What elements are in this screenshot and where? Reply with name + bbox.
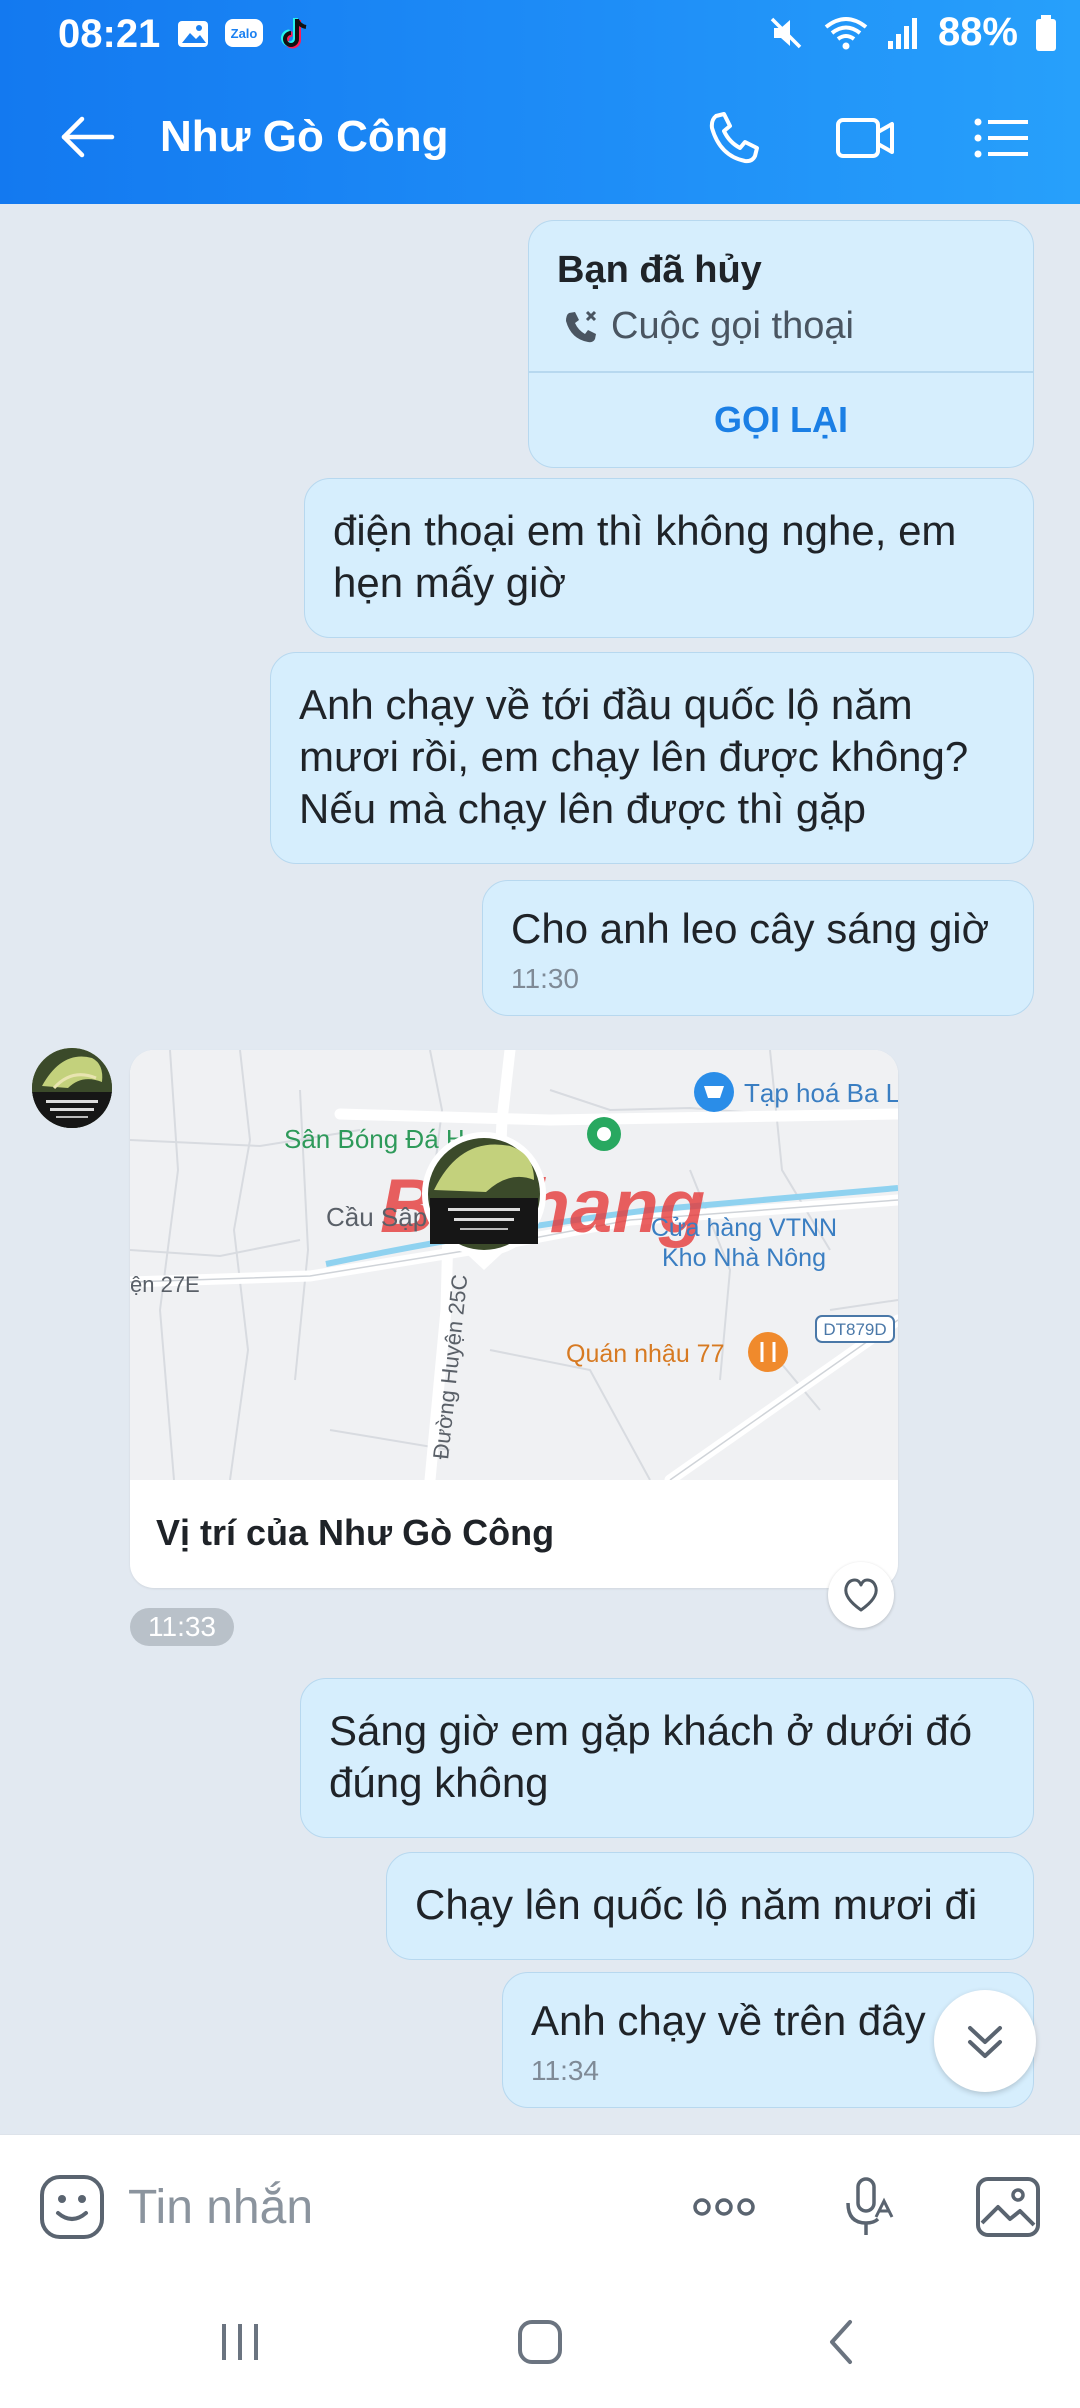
signal-icon bbox=[887, 17, 917, 49]
react-button[interactable] bbox=[828, 1562, 894, 1628]
map-label: Sân Bóng Đá H bbox=[284, 1124, 465, 1154]
message-text: Cho anh leo cây sáng giờ bbox=[511, 905, 990, 952]
voice-icon bbox=[846, 2177, 894, 2235]
message-bubble[interactable]: Sáng giờ em gặp khách ở dưới đó đúng khô… bbox=[300, 1678, 1034, 1838]
video-call-button[interactable] bbox=[834, 108, 898, 168]
call-type-label: Cuộc gọi thoại bbox=[611, 305, 854, 347]
back-chevron-icon bbox=[830, 2320, 852, 2364]
location-card[interactable]: Baohang Sân Bóng Đá H Cầu Sập ện 27E Đườ… bbox=[130, 1050, 898, 1588]
battery-icon bbox=[1036, 14, 1056, 51]
heart-icon bbox=[844, 1578, 878, 1612]
map-label: Tạp hoá Ba L bbox=[744, 1078, 898, 1108]
back-button[interactable] bbox=[58, 112, 118, 162]
message-bubble[interactable]: Anh chạy về tới đầu quốc lộ năm mươi rồi… bbox=[270, 652, 1034, 864]
call-back-button[interactable]: GỌI LẠI bbox=[529, 373, 1033, 467]
zalo-logo-text: Zalo bbox=[231, 26, 258, 41]
back-arrow-icon bbox=[61, 116, 115, 158]
chat-header: Như Gò Công bbox=[0, 68, 1080, 204]
wifi-icon bbox=[824, 16, 868, 49]
map-label: Quán nhậu 77 bbox=[566, 1340, 724, 1368]
home-icon bbox=[518, 2320, 562, 2364]
back-nav-button[interactable] bbox=[812, 2312, 872, 2372]
voice-button[interactable] bbox=[832, 2171, 904, 2243]
message-text: Anh chạy về tới đầu quốc lộ năm mươi rồi… bbox=[299, 681, 969, 832]
chat-area[interactable]: Bạn đã hủy Cuộc gọi thoại GỌI LẠI điện t… bbox=[0, 204, 1080, 2134]
options-button[interactable] bbox=[970, 108, 1034, 168]
map-label: Cầu Sập bbox=[326, 1202, 427, 1232]
mute-icon bbox=[770, 17, 802, 48]
message-input[interactable] bbox=[128, 2171, 648, 2243]
home-button[interactable] bbox=[510, 2312, 570, 2372]
recents-button[interactable] bbox=[210, 2312, 270, 2372]
restaurant-icon bbox=[748, 1332, 788, 1372]
gallery-icon bbox=[178, 21, 208, 47]
recents-icon bbox=[222, 2324, 258, 2360]
avatar-image bbox=[32, 1048, 112, 1128]
phone-icon bbox=[709, 112, 759, 164]
video-icon bbox=[836, 118, 894, 158]
contact-name[interactable]: Như Gò Công bbox=[160, 112, 448, 162]
tiktok-icon bbox=[281, 18, 307, 49]
message-time-badge: 11:33 bbox=[130, 1608, 234, 1646]
emoji-icon bbox=[40, 2175, 104, 2239]
status-time: 08:21 bbox=[58, 12, 161, 56]
message-input-bar bbox=[0, 2134, 1080, 2277]
notification-icons: Zalo bbox=[176, 16, 312, 52]
message-text: điện thoại em thì không nghe, em hẹn mấy… bbox=[333, 507, 957, 606]
image-button[interactable] bbox=[972, 2171, 1044, 2243]
message-text: Anh chạy về trên đây bbox=[531, 1997, 926, 2044]
message-bubble[interactable]: Cho anh leo cây sáng giờ 11:30 bbox=[482, 880, 1034, 1016]
top-bar: 08:21 Zalo 88% Như Gò Công bbox=[0, 0, 1080, 204]
voice-call-button[interactable] bbox=[702, 108, 766, 168]
double-chevron-down-icon bbox=[968, 2026, 1002, 2058]
more-button[interactable] bbox=[688, 2171, 760, 2243]
avatar[interactable] bbox=[32, 1048, 112, 1128]
message-text: Sáng giờ em gặp khách ở dưới đó đúng khô… bbox=[329, 1707, 973, 1806]
more-icon bbox=[693, 2198, 755, 2216]
location-caption: Vị trí của Như Gò Công bbox=[156, 1512, 555, 1553]
system-nav-bar bbox=[0, 2276, 1080, 2408]
map-label: ện 27E bbox=[130, 1272, 200, 1297]
road-badge: DT879D bbox=[815, 1315, 895, 1343]
message-bubble[interactable]: điện thoại em thì không nghe, em hẹn mấy… bbox=[304, 478, 1034, 638]
message-text: Chạy lên quốc lộ năm mươi đi bbox=[415, 1881, 978, 1928]
map-label: Cửa hàng VTNN bbox=[651, 1214, 837, 1242]
shop-icon bbox=[694, 1072, 734, 1112]
message-bubble[interactable]: Chạy lên quốc lộ năm mươi đi bbox=[386, 1852, 1034, 1960]
call-status: Bạn đã hủy bbox=[557, 249, 762, 291]
scroll-to-bottom-button[interactable] bbox=[934, 1990, 1036, 2092]
battery-percent: 88% bbox=[937, 10, 1018, 54]
menu-list-icon bbox=[974, 118, 1028, 158]
call-type: Cuộc gọi thoại bbox=[561, 305, 854, 348]
message-time: 11:30 bbox=[511, 963, 579, 994]
map-label: Kho Nhà Nông bbox=[662, 1244, 826, 1272]
system-icons: 88% bbox=[766, 10, 1058, 55]
location-map: Baohang Sân Bóng Đá H Cầu Sập ện 27E Đườ… bbox=[130, 1050, 898, 1480]
emoji-button[interactable] bbox=[36, 2171, 108, 2243]
zalo-icon: Zalo bbox=[225, 19, 263, 47]
road-badge-label: DT879D bbox=[823, 1320, 886, 1339]
call-log-card: Bạn đã hủy Cuộc gọi thoại GỌI LẠI bbox=[528, 220, 1034, 468]
image-icon bbox=[976, 2177, 1040, 2237]
status-bar: 08:21 Zalo 88% bbox=[0, 0, 1080, 68]
place-marker-icon bbox=[587, 1117, 621, 1151]
missed-call-icon bbox=[566, 310, 597, 342]
